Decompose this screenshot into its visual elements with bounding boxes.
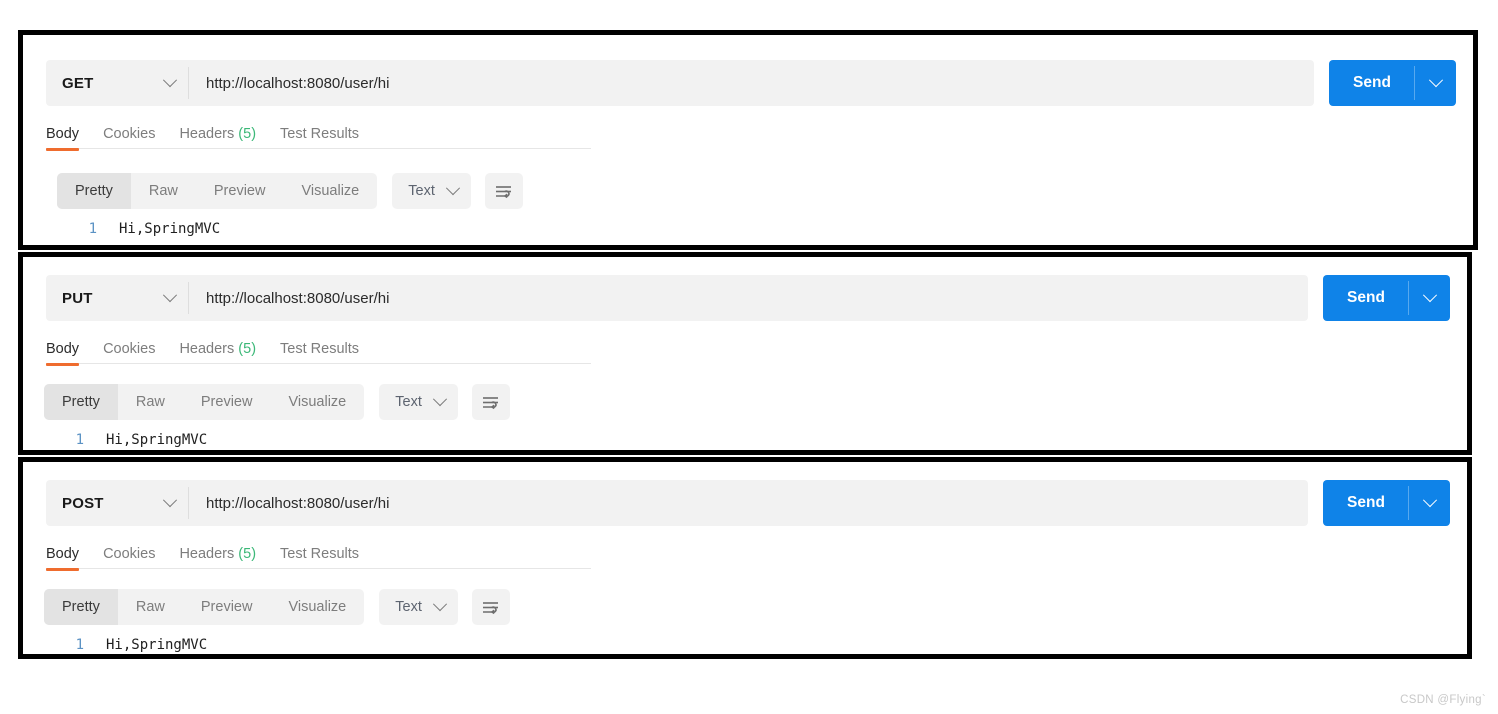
send-button[interactable]: Send <box>1323 275 1409 321</box>
format-pretty[interactable]: Pretty <box>44 589 118 625</box>
tab-body[interactable]: Body <box>46 546 80 571</box>
chevron-down-icon <box>445 181 460 196</box>
format-preview[interactable]: Preview <box>183 589 271 625</box>
chevron-down-icon <box>1428 73 1443 88</box>
format-toolbar: Pretty Raw Preview Visualize Text <box>44 384 510 420</box>
send-button-group[interactable]: Send <box>1323 275 1450 321</box>
response-body: 1 Hi,SpringMVC <box>58 432 208 448</box>
response-tabs: Body Cookies Headers (5) Test Results <box>46 126 383 158</box>
url-input[interactable]: http://localhost:8080/user/hi <box>189 480 1308 526</box>
tab-headers[interactable]: Headers (5) <box>179 341 256 366</box>
request-bar: POST http://localhost:8080/user/hi Send <box>46 480 1450 526</box>
chevron-down-icon <box>1422 288 1437 303</box>
tab-test-results[interactable]: Test Results <box>280 126 359 151</box>
request-panel-get: GET http://localhost:8080/user/hi Send B… <box>18 30 1478 250</box>
send-button-group[interactable]: Send <box>1323 480 1450 526</box>
response-tabs: Body Cookies Headers (5) Test Results <box>46 546 383 578</box>
http-method-label: POST <box>62 494 104 512</box>
response-body: 1 Hi,SpringMVC <box>71 221 221 237</box>
tab-test-results[interactable]: Test Results <box>280 546 359 571</box>
response-body-text: Hi,SpringMVC <box>106 432 208 448</box>
format-segment-group: Pretty Raw Preview Visualize <box>44 589 365 625</box>
response-tabs: Body Cookies Headers (5) Test Results <box>46 341 383 373</box>
screenshot-root: GET http://localhost:8080/user/hi Send B… <box>0 0 1498 714</box>
tab-headers[interactable]: Headers (5) <box>179 546 256 571</box>
format-visualize[interactable]: Visualize <box>270 589 364 625</box>
http-method-label: GET <box>62 74 94 92</box>
send-options-button[interactable] <box>1409 480 1450 526</box>
tab-test-results[interactable]: Test Results <box>280 341 359 366</box>
tab-headers-count: (5) <box>238 126 257 142</box>
line-number: 1 <box>88 221 97 237</box>
tab-body[interactable]: Body <box>46 126 80 151</box>
send-button-group[interactable]: Send <box>1329 60 1456 106</box>
tab-body[interactable]: Body <box>46 341 80 366</box>
format-toolbar: Pretty Raw Preview Visualize Text <box>44 589 510 625</box>
format-preview[interactable]: Preview <box>196 173 284 209</box>
wrap-lines-icon <box>496 185 512 198</box>
http-method-select[interactable]: POST <box>46 480 189 526</box>
request-panel-put: PUT http://localhost:8080/user/hi Send B… <box>18 252 1472 455</box>
request-panel-post: POST http://localhost:8080/user/hi Send … <box>18 457 1472 659</box>
http-method-label: PUT <box>62 289 93 307</box>
tab-cookies[interactable]: Cookies <box>103 341 155 366</box>
http-method-select[interactable]: GET <box>46 60 189 106</box>
url-input[interactable]: http://localhost:8080/user/hi <box>189 275 1308 321</box>
tab-headers[interactable]: Headers (5) <box>179 126 256 151</box>
line-number: 1 <box>75 637 84 653</box>
chevron-down-icon <box>1422 493 1437 508</box>
watermark: CSDN @Flying` <box>1400 694 1486 706</box>
response-body: 1 Hi,SpringMVC <box>58 637 208 653</box>
response-body-text: Hi,SpringMVC <box>106 637 208 653</box>
format-raw[interactable]: Raw <box>131 173 196 209</box>
send-options-button[interactable] <box>1415 60 1456 106</box>
tab-headers-label: Headers <box>179 341 235 357</box>
content-type-select[interactable]: Text <box>392 173 471 209</box>
request-bar: GET http://localhost:8080/user/hi Send <box>46 60 1456 106</box>
wrap-lines-icon <box>483 601 499 614</box>
tab-headers-count: (5) <box>238 341 257 357</box>
panel-body: GET http://localhost:8080/user/hi Send B… <box>23 35 1473 245</box>
content-type-select[interactable]: Text <box>379 589 458 625</box>
wrap-lines-button[interactable] <box>471 589 510 625</box>
chevron-down-icon <box>162 493 178 508</box>
panel-body: PUT http://localhost:8080/user/hi Send B… <box>23 257 1467 450</box>
tab-cookies[interactable]: Cookies <box>103 126 155 151</box>
tab-headers-count: (5) <box>238 546 257 562</box>
response-body-text: Hi,SpringMVC <box>119 221 221 237</box>
format-raw[interactable]: Raw <box>118 589 183 625</box>
content-type-label: Text <box>395 599 422 615</box>
chevron-down-icon <box>432 392 447 407</box>
format-preview[interactable]: Preview <box>183 384 271 420</box>
format-segment-group: Pretty Raw Preview Visualize <box>44 384 365 420</box>
send-button[interactable]: Send <box>1323 480 1409 526</box>
format-pretty[interactable]: Pretty <box>44 384 118 420</box>
format-raw[interactable]: Raw <box>118 384 183 420</box>
tab-cookies[interactable]: Cookies <box>103 546 155 571</box>
chevron-down-icon <box>432 597 447 612</box>
chevron-down-icon <box>162 288 178 303</box>
url-input[interactable]: http://localhost:8080/user/hi <box>189 60 1314 106</box>
content-type-label: Text <box>395 394 422 410</box>
format-visualize[interactable]: Visualize <box>270 384 364 420</box>
http-method-select[interactable]: PUT <box>46 275 189 321</box>
format-toolbar: Pretty Raw Preview Visualize Text <box>57 173 523 209</box>
wrap-lines-icon <box>483 396 499 409</box>
format-segment-group: Pretty Raw Preview Visualize <box>57 173 378 209</box>
tab-headers-label: Headers <box>179 126 235 142</box>
wrap-lines-button[interactable] <box>484 173 523 209</box>
wrap-lines-button[interactable] <box>471 384 510 420</box>
send-options-button[interactable] <box>1409 275 1450 321</box>
tab-headers-label: Headers <box>179 546 235 562</box>
format-pretty[interactable]: Pretty <box>57 173 131 209</box>
format-visualize[interactable]: Visualize <box>283 173 377 209</box>
panel-body: POST http://localhost:8080/user/hi Send … <box>23 462 1467 654</box>
chevron-down-icon <box>162 73 178 88</box>
request-bar: PUT http://localhost:8080/user/hi Send <box>46 275 1450 321</box>
send-button[interactable]: Send <box>1329 60 1415 106</box>
content-type-select[interactable]: Text <box>379 384 458 420</box>
line-number: 1 <box>75 432 84 448</box>
content-type-label: Text <box>408 183 435 199</box>
